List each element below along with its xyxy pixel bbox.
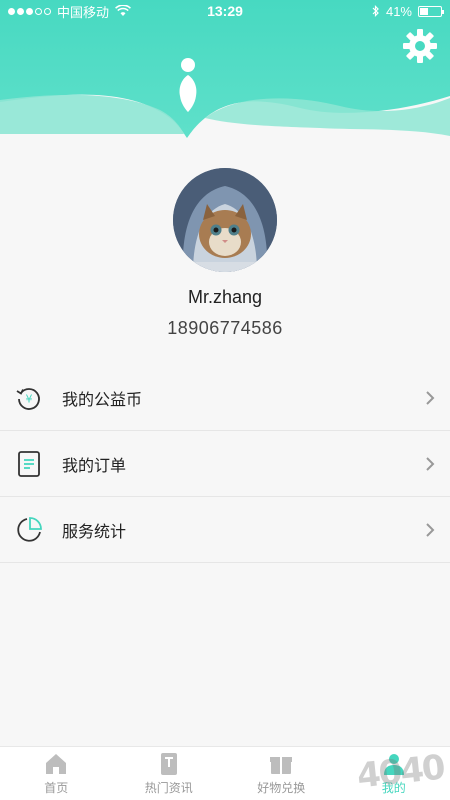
tab-label-exchange: 好物兑换: [257, 781, 306, 795]
menu-item-service-stats[interactable]: 服务统计: [0, 497, 450, 563]
bluetooth-icon: [372, 5, 379, 17]
coin-refresh-icon: ¥: [16, 387, 40, 410]
tab-label-mine: 我的: [381, 781, 406, 795]
tab-news[interactable]: 热门资讯: [113, 747, 226, 800]
book-icon: [160, 753, 177, 775]
pie-chart-icon: [17, 516, 42, 542]
status-bar: 中国移动 13:29 41%: [0, 0, 450, 22]
tab-label-news: 热门资讯: [144, 781, 193, 795]
menu-label-service-stats: 服务统计: [62, 523, 127, 541]
chevron-right-icon: [426, 522, 435, 537]
person-icon: [383, 754, 404, 775]
document-icon: [18, 450, 40, 477]
status-left: 中国移动: [8, 2, 131, 21]
tab-mine[interactable]: 我的: [338, 747, 450, 800]
menu-item-charity-coins[interactable]: ¥ 我的公益币: [0, 365, 450, 431]
kitten-avatar-image: [173, 168, 277, 272]
wifi-icon: [115, 5, 131, 16]
tab-home[interactable]: 首页: [0, 747, 113, 800]
tab-label-home: 首页: [44, 781, 69, 795]
status-right: 41%: [372, 3, 444, 19]
user-name: Mr.zhang: [187, 287, 263, 307]
menu-label-charity-coins: 我的公益币: [62, 391, 143, 409]
battery-percent: 41%: [385, 3, 412, 19]
gift-icon: [270, 757, 293, 774]
chevron-right-icon: [426, 456, 435, 471]
menu-item-orders[interactable]: 我的订单: [0, 431, 450, 497]
signal-icon: [8, 7, 51, 15]
menu-label-orders: 我的订单: [62, 457, 127, 475]
clock: 13:29: [207, 3, 243, 19]
profile-menu: ¥ 我的公益币 我的订单 服务统计: [0, 365, 450, 563]
battery-icon: [418, 5, 444, 17]
carrier-label: 中国移动: [57, 4, 110, 20]
svg-text:¥: ¥: [26, 392, 33, 405]
settings-gear-icon[interactable]: [402, 28, 438, 64]
header-wave: [0, 0, 450, 138]
user-phone: 18906774586: [167, 318, 283, 338]
avatar[interactable]: [173, 168, 277, 272]
chevron-right-icon: [426, 390, 435, 405]
home-icon: [46, 754, 67, 774]
tab-bar: 首页 热门资讯 好物兑换 我的 4040: [0, 746, 450, 800]
tab-exchange[interactable]: 好物兑换: [225, 747, 338, 800]
